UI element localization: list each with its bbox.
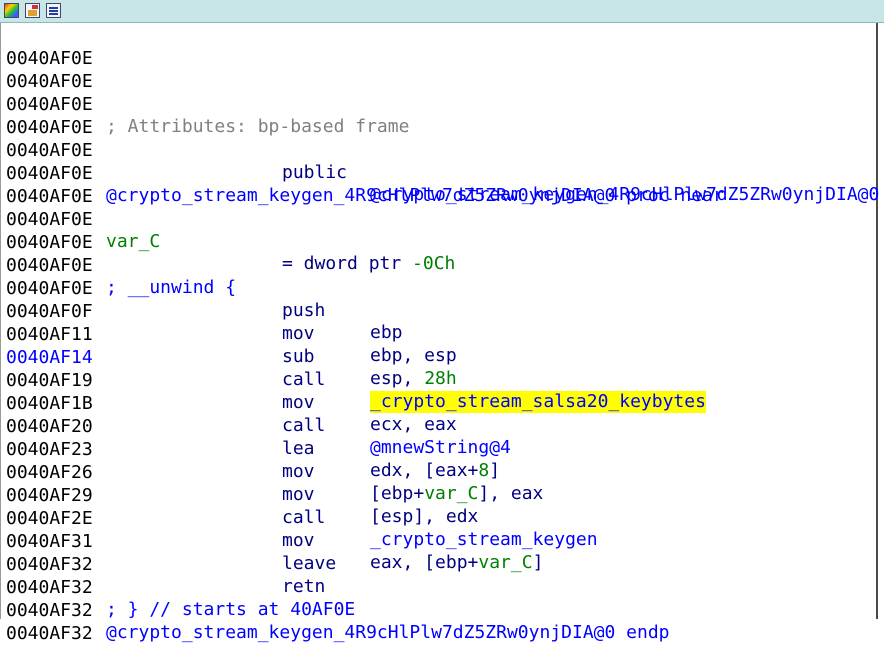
mnemonic: mov xyxy=(282,461,315,482)
listing-line[interactable]: 0040AF32 @crypto_stream_keygen_4R9cHlPlw… xyxy=(6,578,670,643)
listing-toolbar xyxy=(0,0,884,23)
operand: ebp, esp xyxy=(370,345,457,366)
mnemonic: call xyxy=(282,507,326,528)
listing-line[interactable]: 0040AF0E xyxy=(6,95,93,138)
listing-line[interactable]: 0040AF0E xyxy=(6,210,93,253)
listing-line[interactable]: 0040AF0E xyxy=(6,49,93,92)
listing-line[interactable]: 0040AF0F mov ebp, esp xyxy=(6,279,457,366)
operand: eax, [ebp+ xyxy=(370,552,479,573)
number: -0Ch xyxy=(412,253,456,274)
var-definition: = dword ptr xyxy=(282,253,413,274)
proc-end[interactable]: @crypto_stream_keygen_4R9cHlPlw7dZ5ZRw0y… xyxy=(106,622,670,644)
listing-line[interactable]: 0040AF0E ; __unwind { xyxy=(6,233,236,298)
listing-line[interactable]: 0040AF0E @crypto_stream_keygen_4R9cHlPlw… xyxy=(6,141,724,206)
listing-line[interactable]: 0040AF23 mov [ebp+var_C], eax xyxy=(6,417,543,504)
listing-line[interactable]: 0040AF26 mov [esp], edx xyxy=(6,440,478,527)
mnemonic: mov xyxy=(282,484,315,505)
number: 8 xyxy=(478,460,490,481)
listing-line[interactable]: 0040AF19 mov ecx, eax xyxy=(6,348,457,435)
operand: edx, [eax+ xyxy=(370,460,479,481)
directive: public xyxy=(282,162,348,183)
mnemonic: call xyxy=(282,369,326,390)
function-call[interactable]: _crypto_stream_keygen xyxy=(370,529,598,551)
listing-line[interactable]: 0040AF29 call _crypto_stream_keygen xyxy=(6,463,598,550)
edit-function-icon[interactable] xyxy=(25,3,40,18)
operand: [esp], edx xyxy=(370,506,479,527)
comment: ; Attributes: bp-based frame xyxy=(106,116,410,137)
mnemonic: retn xyxy=(282,576,326,597)
local-variable-ref[interactable]: var_C xyxy=(424,483,478,504)
highlighted-function-call[interactable]: _crypto_stream_salsa20_keybytes xyxy=(370,391,706,413)
operand: ], eax xyxy=(478,483,544,504)
listing-line[interactable]: 0040AF1B call @mnewString@4 xyxy=(6,371,511,458)
operand: ecx, eax xyxy=(370,414,457,435)
mnemonic: mov xyxy=(282,530,315,551)
operand: [ebp+ xyxy=(370,483,425,504)
proc-start[interactable]: @crypto_stream_keygen_4R9cHlPlw7dZ5ZRw0y… xyxy=(106,185,724,207)
number: 28h xyxy=(424,368,457,389)
address: 0040AF32 xyxy=(6,623,93,644)
unwind-comment: ; } // starts at 40AF0E xyxy=(106,599,356,620)
local-variable-ref[interactable]: var_C xyxy=(478,552,532,573)
listing-line[interactable]: 0040AF32 xyxy=(6,601,93,644)
mnemonic: sub xyxy=(282,346,315,367)
listing-line[interactable]: 0040AF0E public @crypto_stream_keygen_4R… xyxy=(6,118,879,205)
listing-line[interactable]: 0040AF20 lea edx, [eax+8] xyxy=(6,394,500,481)
local-variable[interactable]: var_C xyxy=(106,231,160,253)
operand: ] xyxy=(489,460,501,481)
listing-line[interactable]: 0040AF14 call _crypto_stream_salsa20_key… xyxy=(6,325,706,413)
operand: ] xyxy=(532,552,544,573)
operand: ebp xyxy=(370,322,403,343)
mnemonic: push xyxy=(282,300,326,321)
mnemonic: lea xyxy=(282,438,315,459)
mnemonic: mov xyxy=(282,323,315,344)
listing-line[interactable]: 0040AF32 ; } // starts at 40AF0E xyxy=(6,555,355,620)
listing-options-icon[interactable] xyxy=(46,3,61,18)
function-call[interactable]: @mnewString@4 xyxy=(370,437,511,459)
operand: esp, xyxy=(370,368,425,389)
listing-line[interactable]: 0040AF0E xyxy=(6,26,93,69)
unwind-comment: ; __unwind { xyxy=(106,277,237,298)
listing-line[interactable]: 0040AF0E xyxy=(6,164,93,207)
listing-line[interactable]: 0040AF11 sub esp, 28h xyxy=(6,302,457,389)
listing-line[interactable]: 0040AF0E push ebp xyxy=(6,256,403,343)
mnemonic: call xyxy=(282,415,326,436)
listing-line[interactable]: 0040AF0E var_C = dword ptr -0Ch xyxy=(6,187,455,274)
listing-line[interactable]: 0040AF32 retn xyxy=(6,532,325,597)
graph-view-icon[interactable] xyxy=(4,3,19,18)
listing-line[interactable]: 0040AF0E ; Attributes: bp-based frame xyxy=(6,72,409,137)
mnemonic: mov xyxy=(282,392,315,413)
mnemonic: leave xyxy=(282,553,337,574)
listing-line[interactable]: 0040AF31 leave xyxy=(6,509,336,574)
listing-line[interactable]: 0040AF2E mov eax, [ebp+var_C] xyxy=(6,486,543,573)
